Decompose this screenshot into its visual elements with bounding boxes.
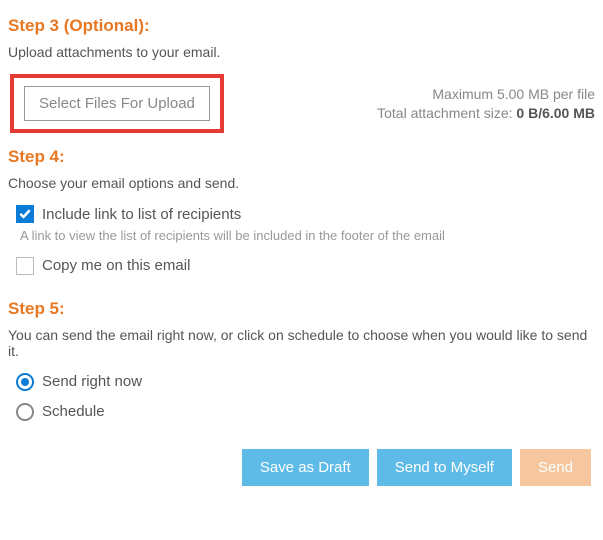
include-link-label: Include link to list of recipients [42, 206, 241, 223]
select-files-button[interactable]: Select Files For Upload [24, 86, 210, 121]
step4-heading: Step 4: [8, 147, 595, 167]
send-button[interactable]: Send [520, 449, 591, 486]
send-now-label: Send right now [42, 373, 142, 390]
schedule-radio[interactable] [16, 403, 34, 421]
step3-heading: Step 3 (Optional): [8, 16, 595, 36]
step5-options: Send right now Schedule [8, 373, 595, 421]
upload-highlight: Select Files For Upload [10, 74, 224, 133]
send-to-myself-button[interactable]: Send to Myself [377, 449, 512, 486]
step5-desc: You can send the email right now, or cli… [8, 327, 595, 359]
step5-heading: Step 5: [8, 299, 595, 319]
send-now-radio[interactable] [16, 373, 34, 391]
step4-options: Include link to list of recipients A lin… [8, 205, 595, 275]
include-link-checkbox[interactable] [16, 205, 34, 223]
send-now-option[interactable]: Send right now [16, 373, 595, 391]
max-per-file: Maximum 5.00 MB per file [377, 85, 595, 104]
total-attachment-size: Total attachment size: 0 B/6.00 MB [377, 104, 595, 123]
schedule-option[interactable]: Schedule [16, 403, 595, 421]
include-link-hint: A link to view the list of recipients wi… [20, 227, 480, 245]
action-buttons: Save as Draft Send to Myself Send [8, 449, 595, 486]
upload-limits: Maximum 5.00 MB per file Total attachmen… [377, 85, 595, 123]
upload-row: Select Files For Upload Maximum 5.00 MB … [8, 74, 595, 133]
total-prefix: Total attachment size: [377, 105, 516, 121]
include-link-option[interactable]: Include link to list of recipients [16, 205, 595, 223]
total-value: 0 B/6.00 MB [516, 105, 595, 121]
schedule-label: Schedule [42, 403, 105, 420]
copy-me-option[interactable]: Copy me on this email [16, 257, 595, 275]
copy-me-checkbox[interactable] [16, 257, 34, 275]
save-draft-button[interactable]: Save as Draft [242, 449, 369, 486]
step3-desc: Upload attachments to your email. [8, 44, 595, 60]
step4-desc: Choose your email options and send. [8, 175, 595, 191]
copy-me-label: Copy me on this email [42, 257, 190, 274]
